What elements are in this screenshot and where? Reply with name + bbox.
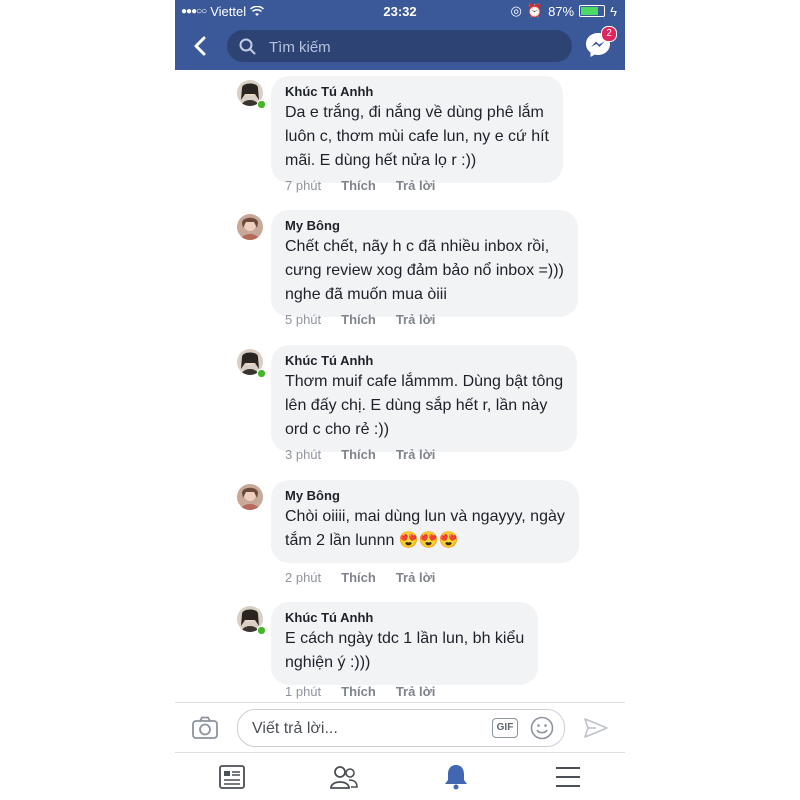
- comment-author[interactable]: Khúc Tú Anhh: [285, 353, 563, 368]
- status-bar: ●●●○○ Viettel 23:32 ◎ ⏰ 87% ϟ: [175, 0, 625, 22]
- like-link[interactable]: Thích: [341, 312, 376, 327]
- battery-icon: [579, 5, 606, 17]
- like-link[interactable]: Thích: [341, 570, 376, 585]
- comment-bubble[interactable]: Khúc Tú Anhh Da e trắng, đi nắng về dùng…: [271, 76, 563, 183]
- search-box[interactable]: [227, 30, 572, 64]
- avatar[interactable]: [237, 484, 263, 510]
- avatar-image: [237, 214, 263, 240]
- camera-icon: [192, 716, 218, 739]
- reply-input[interactable]: [250, 710, 484, 748]
- comment-author[interactable]: My Bông: [285, 218, 564, 233]
- comment-line: nghiện ý :))): [285, 654, 371, 671]
- charging-icon: ϟ: [610, 3, 617, 19]
- comment-text: Da e trắng, đi nắng về dùng phê lắm luôn…: [285, 101, 549, 173]
- avatar[interactable]: [237, 214, 263, 240]
- gif-button[interactable]: GIF: [492, 718, 518, 738]
- send-icon: [584, 718, 608, 738]
- online-indicator: [257, 369, 266, 378]
- comment-author[interactable]: Khúc Tú Anhh: [285, 610, 524, 625]
- reply-bar: GIF: [175, 702, 625, 753]
- comment-bubble[interactable]: My Bông Chết chết, nãy h c đã nhiều inbo…: [271, 210, 578, 317]
- reply-link[interactable]: Trả lời: [396, 178, 436, 193]
- comment-text: Chết chết, nãy h c đã nhiều inbox rồi, c…: [285, 235, 564, 307]
- reply-link[interactable]: Trả lời: [396, 684, 436, 699]
- comment-meta: 3 phút Thích Trả lời: [285, 447, 435, 462]
- alarm-icon: ⏰: [526, 3, 544, 18]
- nav-bar: 2: [175, 22, 625, 70]
- battery-percent: 87%: [548, 3, 575, 19]
- comment-line: luôn c, thơm mùi cafe lun, ny e cứ hít: [285, 128, 549, 145]
- emoji-icon: [530, 716, 554, 740]
- notification-badge: 2: [601, 26, 617, 42]
- send-button[interactable]: [583, 717, 609, 739]
- online-indicator: [257, 100, 266, 109]
- status-right: ◎ ⏰ 87% ϟ: [511, 3, 617, 19]
- notifications-icon: [445, 765, 467, 790]
- comment-line: ord c cho rẻ :)): [285, 421, 390, 438]
- comment-line: Chết chết, nãy h c đã nhiều inbox rồi,: [285, 238, 550, 255]
- friends-icon: [330, 766, 358, 789]
- comment-line: E cách ngày tdc 1 lần lun, bh kiểu: [285, 630, 525, 647]
- comment-text: Thơm muif cafe lắmmm. Dùng bật tông lên …: [285, 370, 563, 442]
- location-icon: ◎: [510, 3, 522, 18]
- comment-bubble[interactable]: Khúc Tú Anhh Thơm muif cafe lắmmm. Dùng …: [271, 345, 578, 452]
- menu-icon: [556, 767, 580, 787]
- reply-input-container[interactable]: GIF: [237, 709, 565, 748]
- like-link[interactable]: Thích: [341, 684, 376, 699]
- comment-line: mãi. E dùng hết nửa lọ r :)): [285, 152, 477, 169]
- comment-author[interactable]: Khúc Tú Anhh: [285, 84, 549, 99]
- comment-text: E cách ngày tdc 1 lần lun, bh kiểu nghiệ…: [285, 627, 524, 675]
- tab-friends[interactable]: [329, 763, 359, 791]
- comment-time: 1 phút: [285, 684, 322, 699]
- reply-link[interactable]: Trả lời: [396, 570, 436, 585]
- back-button[interactable]: [187, 30, 215, 62]
- reply-link[interactable]: Trả lời: [396, 447, 436, 462]
- messenger-button[interactable]: 2: [585, 26, 617, 58]
- comment-thread: Khúc Tú Anhh Da e trắng, đi nắng về dùng…: [175, 70, 625, 702]
- camera-button[interactable]: [191, 715, 219, 741]
- comment-author[interactable]: My Bông: [285, 488, 565, 503]
- comment-meta: 5 phút Thích Trả lời: [285, 312, 435, 327]
- comment-line: cưng review xog đảm bảo nổ inbox =))): [285, 262, 564, 279]
- comment-bubble[interactable]: Khúc Tú Anhh E cách ngày tdc 1 lần lun, …: [271, 602, 539, 685]
- comment-time: 7 phút: [285, 178, 322, 193]
- like-link[interactable]: Thích: [341, 447, 376, 462]
- avatar-image: [237, 484, 263, 510]
- comment-line: Chòi oiiii, mai dùng lun và ngayyy, ngày: [285, 508, 565, 525]
- online-indicator: [257, 626, 266, 635]
- news-feed-icon: [219, 765, 245, 789]
- comment-meta: 2 phút Thích Trả lời: [285, 570, 435, 585]
- emoji-button[interactable]: [530, 716, 554, 740]
- comment-bubble[interactable]: My Bông Chòi oiiii, mai dùng lun và ngay…: [271, 480, 579, 563]
- like-link[interactable]: Thích: [341, 178, 376, 193]
- tab-menu[interactable]: [553, 763, 583, 791]
- comment-line: Da e trắng, đi nắng về dùng phê lắm: [285, 104, 544, 121]
- comment-time: 5 phút: [285, 312, 322, 327]
- battery-fill: [581, 7, 599, 15]
- comment-meta: 7 phút Thích Trả lời: [285, 178, 435, 193]
- search-icon: [239, 38, 256, 55]
- comment-line: tắm 2 lần lunnn 😍😍😍: [285, 532, 459, 549]
- tab-bar: [175, 752, 625, 800]
- comment-time: 3 phút: [285, 447, 322, 462]
- tab-notifications[interactable]: [441, 763, 471, 791]
- search-input[interactable]: [267, 30, 561, 64]
- comment-text: Chòi oiiii, mai dùng lun và ngayyy, ngày…: [285, 505, 565, 553]
- phone-screen: ●●●○○ Viettel 23:32 ◎ ⏰ 87% ϟ Tìm kiếm 2…: [175, 0, 625, 800]
- tab-news-feed[interactable]: [217, 763, 247, 791]
- comment-line: Thơm muif cafe lắmmm. Dùng bật tông: [285, 373, 564, 390]
- chevron-left-icon: [194, 36, 206, 56]
- comment-time: 2 phút: [285, 570, 322, 585]
- comment-line: lên đấy chị. E dùng sắp hết r, lần này: [285, 397, 548, 414]
- comment-line: nghe đã muốn mua òiii: [285, 286, 447, 303]
- comment-meta: 1 phút Thích Trả lời: [285, 684, 435, 699]
- reply-link[interactable]: Trả lời: [396, 312, 436, 327]
